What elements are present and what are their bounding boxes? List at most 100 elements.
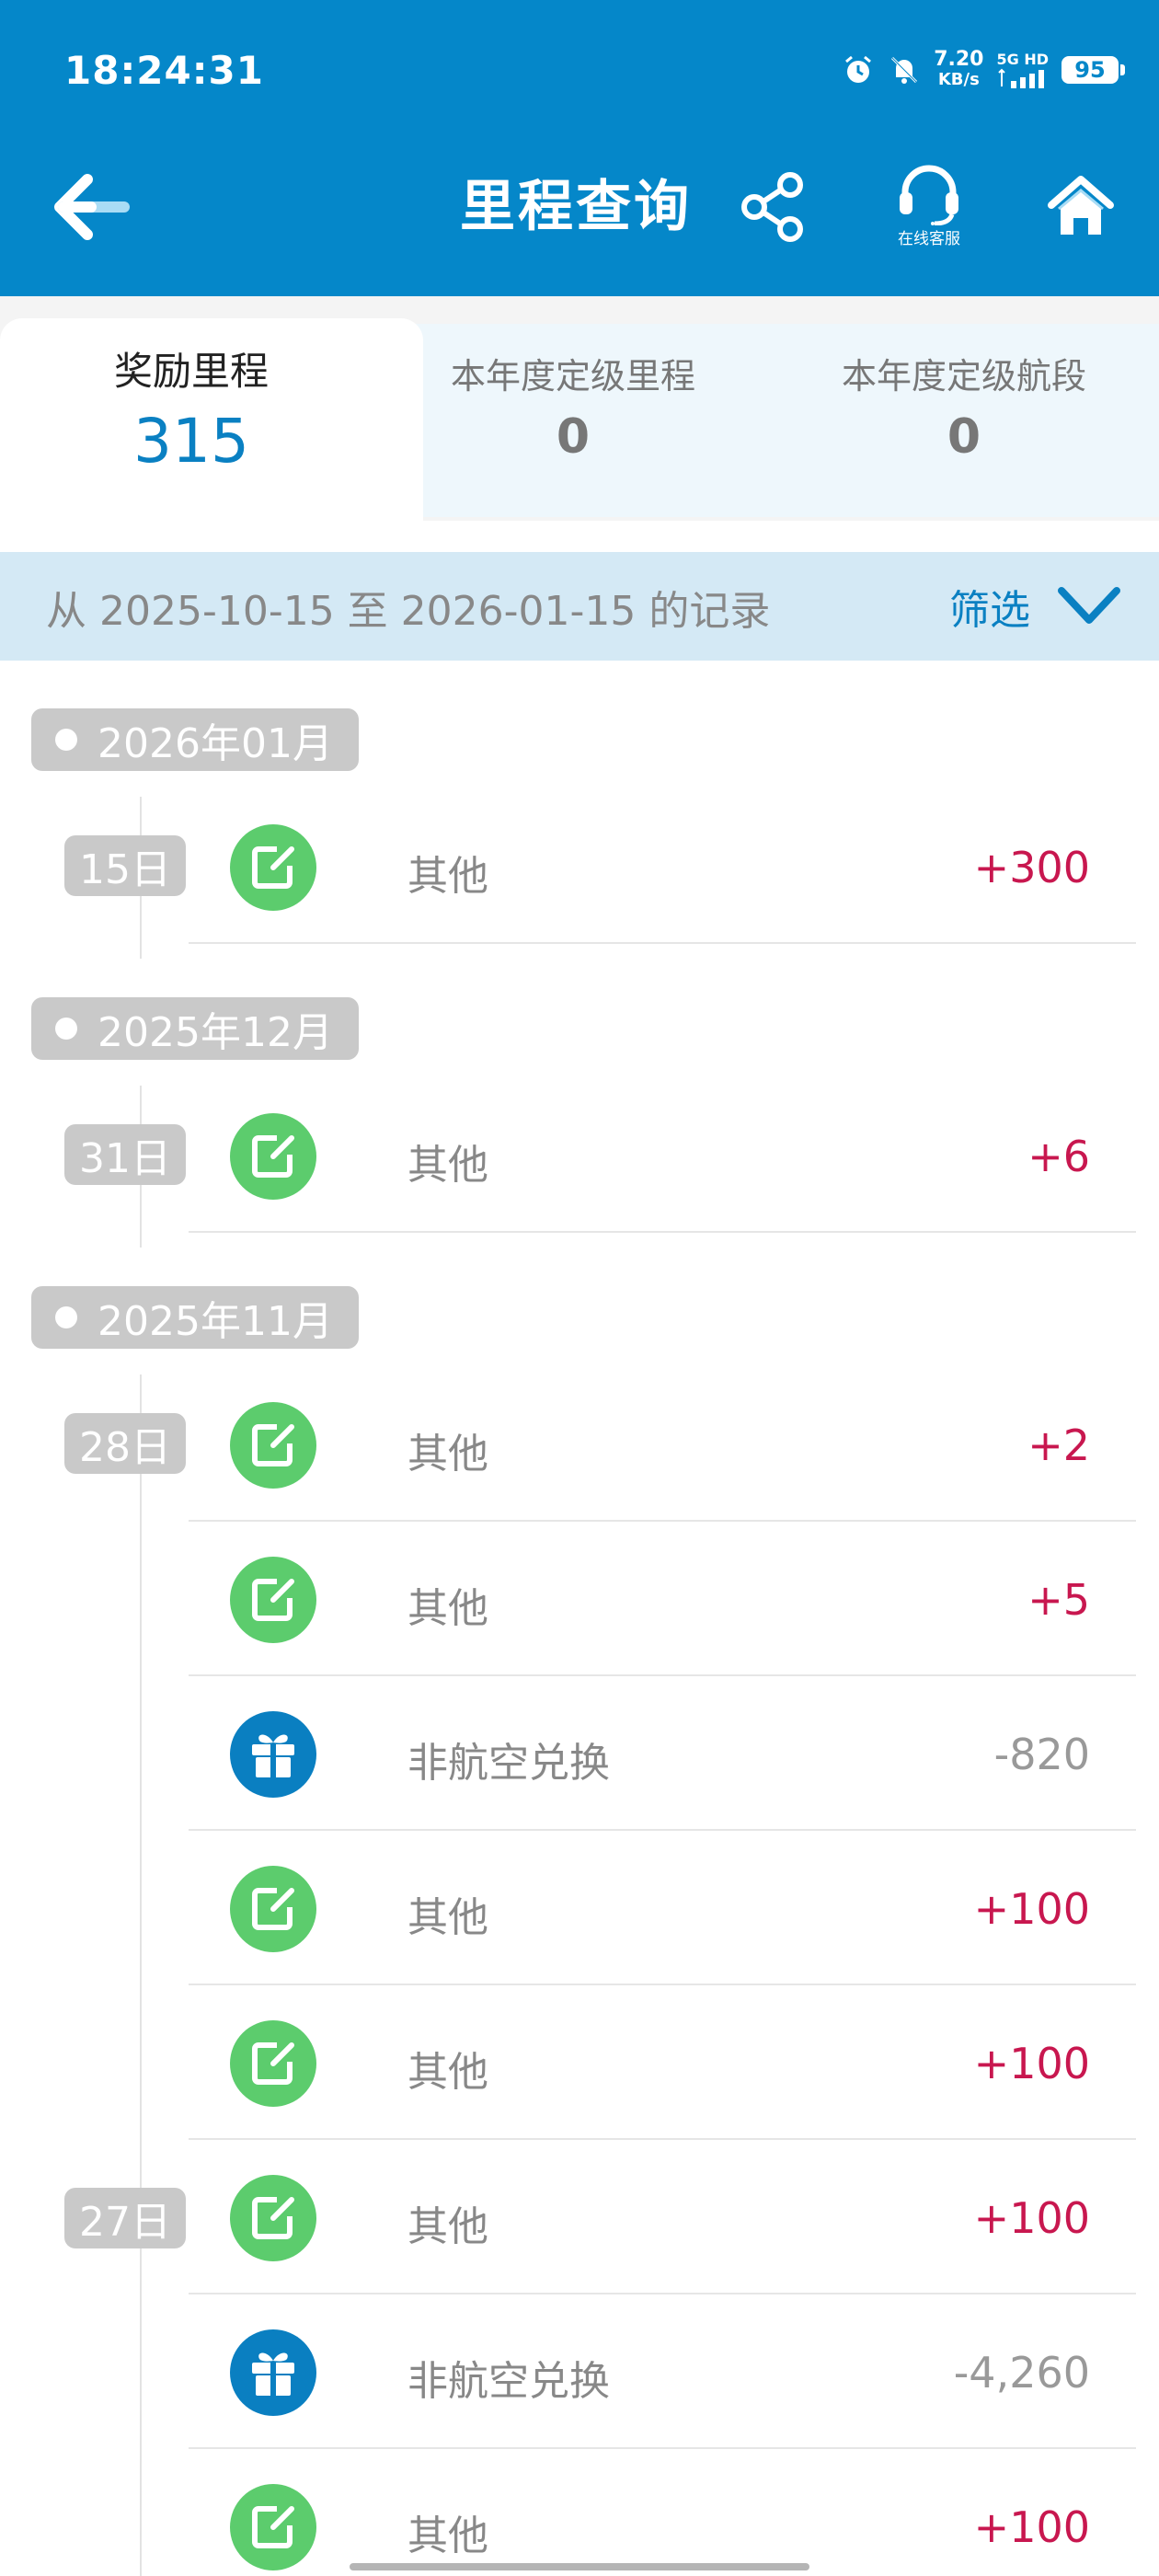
share-icon	[741, 172, 803, 242]
month-dot	[55, 729, 77, 751]
day-badge: 15日	[64, 835, 186, 896]
page-title: 里程查询	[460, 175, 692, 239]
month-label: 2025年11月	[98, 1298, 333, 1345]
month-dot	[55, 1018, 77, 1040]
record-type: 其他	[407, 1142, 488, 1189]
net-speed-value: 7.20	[934, 48, 984, 71]
back-arrow-icon	[54, 174, 130, 240]
tab-label: 奖励里程	[113, 349, 269, 394]
month-header: 2026年01月	[31, 708, 359, 771]
signal-bars-icon	[998, 68, 1044, 88]
record-amount: -820	[993, 1730, 1090, 1779]
record-row[interactable]: 其他 +2	[189, 1367, 1136, 1522]
filter-bar: 从 2025-10-15 至 2026-01-15 的记录 筛选	[0, 552, 1159, 661]
back-button[interactable]	[46, 166, 138, 248]
record-row[interactable]: 其他 +300	[189, 789, 1136, 944]
record-amount: +100	[973, 2193, 1090, 2243]
edit-icon	[252, 1888, 294, 1930]
record-amount: +5	[1027, 1575, 1090, 1625]
record-icon	[230, 2484, 316, 2570]
month-header: 2025年11月	[31, 1286, 359, 1349]
day-badge: 31日	[64, 1124, 186, 1185]
record-type: 其他	[407, 2203, 488, 2250]
record-icon	[230, 1866, 316, 1952]
month-header: 2025年12月	[31, 997, 359, 1060]
status-icons: 7.20 KB/s 5G HD 95	[842, 48, 1125, 92]
record-row[interactable]: 其他 +100	[189, 1831, 1136, 1985]
share-button[interactable]	[736, 166, 809, 248]
record-amount: +300	[973, 843, 1090, 892]
home-button[interactable]	[1039, 166, 1122, 248]
edit-icon	[252, 846, 294, 889]
record-type: 非航空兑换	[407, 2358, 610, 2405]
record-row[interactable]: 非航空兑换 -820	[189, 1676, 1136, 1831]
signal-label: 5G HD	[996, 51, 1049, 68]
signal-group: 5G HD	[996, 52, 1049, 88]
edit-icon	[252, 1424, 294, 1466]
tab-value: 0	[556, 409, 591, 465]
record-amount: +6	[1027, 1132, 1090, 1181]
tab-award-miles[interactable]: 奖励里程 315	[0, 340, 383, 477]
record-icon	[230, 1402, 316, 1489]
tab-label: 本年度定级里程	[450, 356, 695, 397]
record-row[interactable]: 其他 +100	[189, 2140, 1136, 2294]
record-icon	[230, 2329, 316, 2416]
gift-icon	[252, 2352, 294, 2396]
record-type: 其他	[407, 1585, 488, 1632]
record-type: 其他	[407, 2049, 488, 2096]
record-type: 其他	[407, 853, 488, 900]
mute-icon	[891, 56, 918, 84]
tab-qualifying-miles[interactable]: 本年度定级里程 0	[423, 348, 723, 465]
record-type: 其他	[407, 1431, 488, 1478]
timeline-line	[140, 1374, 142, 2576]
record-type: 非航空兑换	[407, 1740, 610, 1787]
record-type: 其他	[407, 1894, 488, 1941]
headset-icon	[900, 165, 958, 225]
record-icon	[230, 2175, 316, 2261]
record-row[interactable]: 非航空兑换 -4,260	[189, 2294, 1136, 2449]
record-row[interactable]: 其他 +5	[189, 1522, 1136, 1676]
record-amount: +100	[973, 2502, 1090, 2552]
record-icon	[230, 824, 316, 911]
tab-value: 0	[947, 409, 981, 465]
month-label: 2026年01月	[98, 720, 333, 767]
home-icon	[1048, 176, 1114, 235]
record-icon	[230, 1557, 316, 1643]
record-type: 其他	[407, 2513, 488, 2559]
record-amount: +2	[1027, 1420, 1090, 1470]
gift-icon	[252, 1734, 294, 1777]
filter-button[interactable]: 筛选	[949, 576, 1122, 637]
alarm-icon	[845, 55, 872, 83]
battery-indicator: 95	[1061, 56, 1125, 84]
record-icon	[230, 1711, 316, 1798]
edit-icon	[252, 1135, 294, 1178]
mileage-summary-tabs: 奖励里程 315 本年度定级里程 0 本年度定级航段 0	[0, 296, 1159, 521]
net-speed-unit: KB/s	[937, 70, 980, 89]
online-support-button[interactable]	[883, 162, 975, 226]
record-row[interactable]: 其他 +6	[189, 1078, 1136, 1233]
edit-icon	[252, 2506, 294, 2548]
filter-label: 筛选	[949, 587, 1030, 634]
edit-icon	[252, 1579, 294, 1621]
month-dot	[55, 1306, 77, 1328]
record-amount: -4,260	[953, 2348, 1090, 2398]
mileage-records-list[interactable]: 2026年01月 15日 其他 +300 2025年12月 31日 其他 +6 …	[0, 661, 1159, 2576]
chevron-down-icon	[1058, 587, 1120, 624]
status-time: 18:24:31	[64, 48, 264, 93]
record-icon	[230, 2020, 316, 2107]
tab-value: 315	[133, 406, 249, 477]
tab-qualifying-segments[interactable]: 本年度定级航段 0	[809, 348, 1119, 465]
network-speed: 7.20 KB/s	[934, 50, 983, 90]
record-icon	[230, 1113, 316, 1200]
edit-icon	[252, 2197, 294, 2239]
record-row[interactable]: 其他 +100	[189, 1985, 1136, 2140]
record-amount: +100	[973, 1884, 1090, 1934]
home-indicator-bar[interactable]	[350, 2563, 809, 2570]
record-amount: +100	[973, 2039, 1090, 2088]
tab-label: 本年度定级航段	[841, 356, 1086, 397]
app-bar: 18:24:31 7.20 KB/s 5G HD 95 里程查询 在线客服	[0, 0, 1159, 296]
date-range-text: 从 2025-10-15 至 2026-01-15 的记录	[46, 588, 771, 635]
record-row[interactable]: 其他 +100	[189, 2449, 1136, 2576]
day-badge: 28日	[64, 1413, 186, 1474]
month-label: 2025年12月	[98, 1009, 333, 1056]
